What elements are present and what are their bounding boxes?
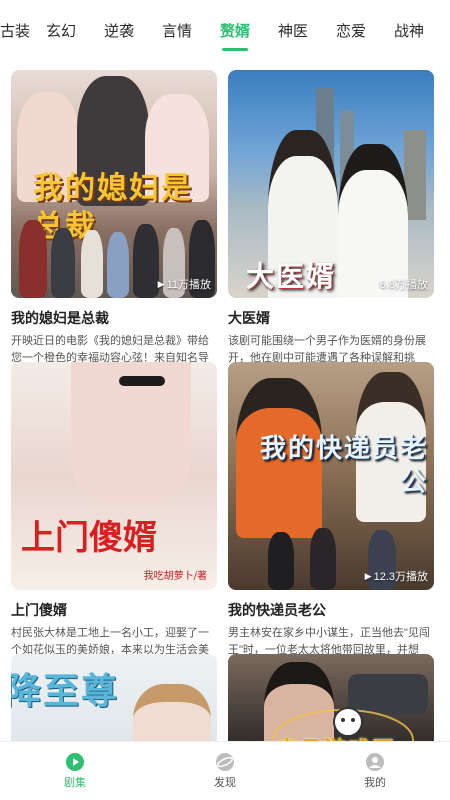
nav-label: 发现	[214, 776, 236, 789]
nav-item-mine[interactable]: 我的	[335, 752, 415, 790]
play-circle-icon	[66, 752, 84, 771]
category-tabs: 古装 玄幻 逆袭 言情 赘婿 神医 恋爱 战神	[0, 0, 450, 60]
tab-nixi[interactable]: 逆袭	[90, 20, 148, 41]
play-count: 6.8万播放	[379, 279, 428, 291]
drama-title[interactable]: 上门傻婿	[11, 600, 217, 620]
poster-title-art: 降至尊	[11, 670, 120, 712]
drama-title[interactable]: 大医婿	[228, 308, 434, 328]
play-count: ▶ 11万播放	[157, 278, 211, 292]
nav-label: 剧集	[64, 776, 86, 789]
play-count: ▶ 12.3万播放	[364, 570, 428, 584]
tab-zhanshen[interactable]: 战神	[380, 20, 438, 41]
poster-author: 我吃胡萝卜/著	[143, 571, 207, 582]
play-icon: ▶	[157, 278, 165, 289]
tab-lianai[interactable]: 恋爱	[322, 20, 380, 41]
poster-title-art: 上门傻婿	[21, 518, 157, 558]
drama-poster[interactable]: 我的媳妇是总裁 ▶ 11万播放	[11, 70, 217, 298]
tab-yanqing[interactable]: 言情	[148, 20, 206, 41]
nav-item-episodes[interactable]: 剧集	[35, 752, 115, 790]
planet-icon	[216, 752, 234, 771]
drama-poster[interactable]: 降至尊	[11, 654, 217, 748]
tab-xuanhuan[interactable]: 玄幻	[32, 20, 90, 41]
bottom-navigation: 剧集 发现 我的	[0, 741, 450, 800]
drama-card[interactable]: 我的媳妇是总裁 ▶ 11万播放 我的媳妇是总裁 开映近日的电影《我的媳妇是总裁》…	[11, 70, 217, 367]
tab-zhuixu[interactable]: 赘婿	[206, 20, 264, 41]
drama-card[interactable]: 大医婿 6.8万播放 大医婿 该剧可能围绕一个男子作为医婿的身份展开，他在剧中可…	[228, 70, 434, 367]
drama-poster[interactable]: 我的快递员老公 ▶ 12.3万播放	[228, 362, 434, 590]
drama-card[interactable]	[228, 654, 434, 748]
user-icon	[366, 752, 384, 771]
drama-title[interactable]: 我的快递员老公	[228, 600, 434, 620]
drama-card[interactable]: 上门傻婿 我吃胡萝卜/著 上门傻婿 村民张大林是工地上一名小工，迎娶了一个如花似…	[11, 362, 217, 659]
tab-shenyi[interactable]: 神医	[264, 20, 322, 41]
drama-card[interactable]: 我的快递员老公 ▶ 12.3万播放 我的快递员老公 男主林安在家乡中小谋生，正当…	[228, 362, 434, 659]
drama-poster[interactable]: 大医婿 6.8万播放	[228, 70, 434, 298]
poster-title-art: 大医婿	[246, 260, 337, 293]
nav-item-discover[interactable]: 发现	[185, 752, 265, 790]
nav-label: 我的	[364, 776, 386, 789]
drama-title[interactable]: 我的媳妇是总裁	[11, 308, 217, 328]
drama-card[interactable]: 降至尊	[11, 654, 217, 748]
tab-guzhuang[interactable]: 古装	[0, 20, 32, 41]
play-icon: ▶	[364, 570, 372, 581]
drama-poster[interactable]	[228, 654, 434, 748]
drama-poster[interactable]: 上门傻婿 我吃胡萝卜/著	[11, 362, 217, 590]
poster-title-art: 我的快递员老公	[259, 434, 428, 498]
